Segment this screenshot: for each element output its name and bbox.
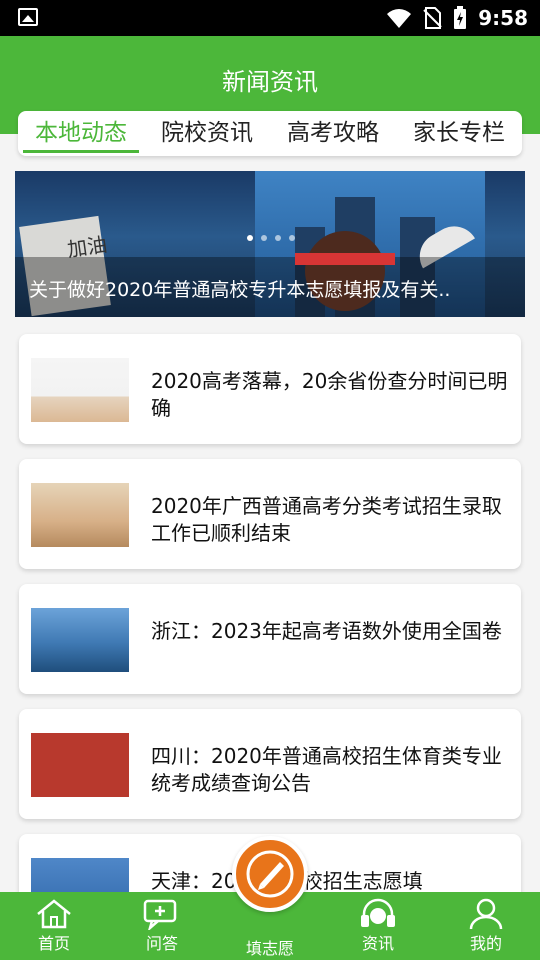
news-title: 天津：20 普通高校招生志愿填 — [151, 869, 423, 893]
nav-home-label: 首页 — [37, 934, 70, 953]
headset-icon — [361, 898, 395, 927]
news-thumbnail — [31, 483, 129, 547]
chat-icon — [143, 899, 177, 930]
nav-home[interactable]: 首页 — [14, 892, 94, 960]
user-icon — [469, 898, 503, 930]
battery-icon — [454, 6, 467, 29]
news-title: 浙江：2023年起高考语数外使用全国卷 — [151, 619, 502, 643]
banner-caption: 关于做好2020年普通高校专升本志愿填报及有关.. — [29, 279, 451, 301]
carousel-dot[interactable] — [247, 235, 253, 241]
wifi-icon — [387, 9, 412, 28]
nav-qa-label: 问答 — [145, 934, 178, 953]
news-item[interactable]: 2020年广西普通高考分类考试招生录取工作已顺利结束 — [19, 459, 521, 569]
tab-school-news[interactable]: 院校资讯 — [149, 111, 265, 156]
carousel-dot[interactable] — [261, 235, 267, 241]
news-thumbnail — [31, 358, 129, 422]
nav-news[interactable]: 资讯 — [338, 892, 418, 960]
tab-parent-column[interactable]: 家长专栏 — [401, 111, 517, 156]
pen-icon — [246, 850, 294, 898]
clock: 9:58 — [478, 6, 528, 30]
news-title: 2020年广西普通高考分类考试招生录取工作已顺利结束 — [151, 494, 502, 545]
status-icons: 9:58 — [386, 6, 528, 30]
fill-application-label: 填志愿 — [245, 939, 294, 958]
tab-local-news[interactable]: 本地动态 — [23, 111, 139, 156]
home-icon — [37, 899, 71, 929]
fill-application-button[interactable] — [232, 836, 308, 912]
carousel-indicator — [247, 235, 295, 241]
nav-profile-label: 我的 — [469, 934, 502, 953]
news-title: 2020高考落幕，20余省份查分时间已明确 — [151, 369, 508, 420]
nav-qa[interactable]: 问答 — [122, 892, 202, 960]
nav-news-label: 资讯 — [361, 934, 394, 953]
carousel-dot[interactable] — [289, 235, 295, 241]
news-thumbnail — [31, 608, 129, 672]
news-item[interactable]: 浙江：2023年起高考语数外使用全国卷 — [19, 584, 521, 694]
page-title: 新闻资讯 — [222, 68, 318, 96]
news-item[interactable]: 2020高考落幕，20余省份查分时间已明确 — [19, 334, 521, 444]
banner-carousel[interactable]: 加油 关于做好2020年普通高校专升本志愿填报及有关.. — [15, 171, 525, 317]
news-thumbnail — [31, 733, 129, 797]
image-notification-icon — [18, 8, 38, 26]
status-bar: 9:58 — [0, 0, 540, 36]
nav-profile[interactable]: 我的 — [446, 892, 526, 960]
banner-image-headband — [295, 253, 395, 265]
no-sim-icon — [423, 7, 442, 29]
news-item[interactable]: 四川：2020年普通高校招生体育类专业统考成绩查询公告 — [19, 709, 521, 819]
tab-exam-guide[interactable]: 高考攻略 — [275, 111, 391, 156]
category-tabs: 本地动态 院校资讯 高考攻略 家长专栏 — [18, 111, 522, 156]
news-title: 四川：2020年普通高校招生体育类专业统考成绩查询公告 — [151, 744, 502, 795]
carousel-dot[interactable] — [275, 235, 281, 241]
